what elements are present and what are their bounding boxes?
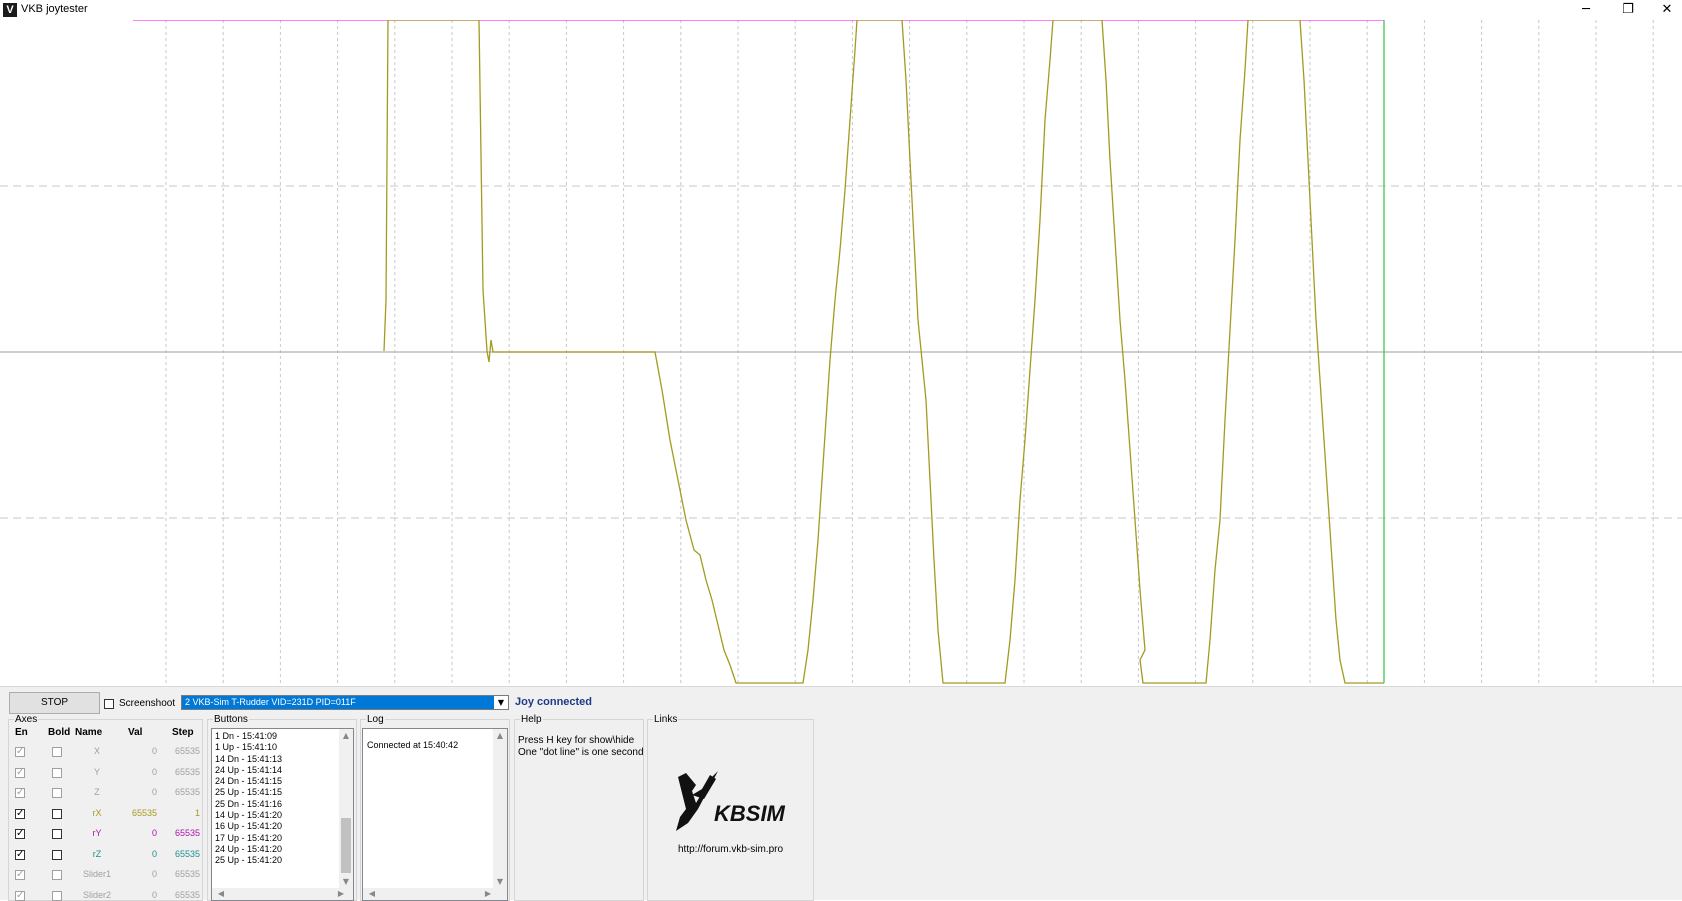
button-event-item: 14 Up - 15:41:20 bbox=[215, 810, 283, 821]
button-event-item: 24 Up - 15:41:20 bbox=[215, 843, 283, 854]
buttons-group-title: Buttons bbox=[213, 714, 249, 725]
axis-bold-checkbox[interactable] bbox=[52, 808, 62, 819]
links-group-title: Links bbox=[653, 714, 679, 725]
axis-step: 65535 bbox=[174, 848, 200, 859]
chevron-down-icon[interactable]: ▼ bbox=[494, 696, 508, 709]
axis-step: 65535 bbox=[174, 889, 200, 900]
window-title: VKB joytester bbox=[21, 3, 88, 15]
button-events-list[interactable]: 1 Dn - 15:41:09 1 Up - 15:41:10 14 Dn - 15… bbox=[211, 728, 354, 901]
scroll-up-icon[interactable]: ▲ bbox=[339, 731, 353, 740]
screenshot-checkbox[interactable] bbox=[104, 699, 114, 709]
scroll-up-icon[interactable]: ▲ bbox=[493, 731, 507, 740]
axis-value: 0 bbox=[151, 766, 157, 777]
help-line: One "dot line" is one second bbox=[518, 747, 644, 758]
app-logo-icon: V bbox=[3, 3, 17, 17]
axis-step: 65535 bbox=[174, 766, 200, 777]
log-scrollbar[interactable]: ▲ ▼ bbox=[493, 729, 507, 890]
button-event-item: 1 Up - 15:41:10 bbox=[215, 742, 278, 753]
help-line: Press H key for show\hide bbox=[518, 735, 635, 746]
scroll-right-icon[interactable]: ▶ bbox=[334, 889, 348, 898]
stop-button[interactable]: STOP bbox=[9, 692, 100, 714]
axis-bold-checkbox[interactable] bbox=[52, 870, 62, 880]
axis-enable-checkbox[interactable]: ✓ bbox=[15, 849, 25, 860]
button-events-scrollbar[interactable]: ▲ ▼ bbox=[339, 729, 353, 890]
axis-step: 65535 bbox=[174, 869, 200, 879]
axis-bold-checkbox[interactable] bbox=[52, 767, 62, 778]
axis-enable-checkbox[interactable]: ✓ bbox=[15, 808, 25, 819]
scroll-right-icon[interactable]: ▶ bbox=[481, 889, 495, 898]
axis-enable-checkbox[interactable]: ✓ bbox=[15, 829, 25, 839]
axis-step: 65535 bbox=[174, 828, 200, 838]
device-select-value: 2 VKB-Sim T-Rudder VID=231D PID=011F bbox=[185, 697, 356, 707]
help-group-title: Help bbox=[520, 714, 543, 725]
restore-button[interactable]: ❐ bbox=[1608, 0, 1648, 20]
axes-group-title: Axes bbox=[14, 714, 39, 725]
axis-value: 0 bbox=[151, 828, 157, 838]
title-bar: V VKB joytester ─ ❐ ✕ bbox=[0, 0, 1682, 20]
axis-plot bbox=[0, 19, 1682, 686]
connection-status: Joy connected bbox=[515, 696, 593, 708]
axis-bold-checkbox[interactable] bbox=[52, 890, 62, 901]
axis-value: 0 bbox=[151, 889, 157, 900]
axis-step: 65535 bbox=[174, 746, 200, 756]
axes-header-name: Name bbox=[75, 727, 103, 738]
axis-bold-checkbox[interactable] bbox=[52, 747, 62, 757]
scroll-down-icon[interactable]: ▼ bbox=[339, 877, 353, 886]
axis-step: 65535 bbox=[174, 787, 200, 797]
vertical-grid bbox=[165, 20, 1654, 686]
axes-header-val: Val bbox=[128, 727, 143, 738]
button-events-hscrollbar[interactable]: ◀ ▶ bbox=[212, 888, 353, 900]
axes-header-bold: Bold bbox=[48, 727, 71, 738]
button-event-item: 16 Up - 15:41:20 bbox=[215, 821, 283, 832]
axis-enable-checkbox[interactable]: ✓ bbox=[15, 788, 25, 798]
button-event-item: 24 Up - 15:41:14 bbox=[215, 764, 283, 775]
device-select[interactable]: 2 VKB-Sim T-Rudder VID=231D PID=011F ▼ bbox=[181, 695, 509, 710]
minimize-button[interactable]: ─ bbox=[1566, 0, 1606, 20]
button-event-item: 14 Dn - 15:41:13 bbox=[215, 753, 283, 764]
axis-value: 65535 bbox=[131, 807, 157, 818]
axis-value: 0 bbox=[151, 848, 157, 859]
button-events-content: 1 Dn - 15:41:09 1 Up - 15:41:10 14 Dn - 15… bbox=[212, 729, 353, 867]
scroll-down-icon[interactable]: ▼ bbox=[493, 877, 507, 886]
axis-enable-checkbox[interactable]: ✓ bbox=[15, 870, 25, 880]
logo-text: KBSIM bbox=[714, 801, 786, 826]
axis-value: 0 bbox=[151, 746, 157, 756]
axes-header-en: En bbox=[15, 727, 28, 738]
close-button[interactable]: ✕ bbox=[1647, 0, 1682, 20]
log-textbox[interactable]: Connected at 15:40:42 ▲ ▼ ◀ ▶ bbox=[362, 728, 508, 901]
forum-link[interactable]: http://forum.vkb-sim.pro bbox=[678, 844, 783, 855]
axis-value: 0 bbox=[151, 787, 157, 797]
scroll-thumb[interactable] bbox=[341, 818, 351, 873]
vkbsim-logo: KBSIM bbox=[676, 771, 786, 831]
axis-enable-checkbox[interactable]: ✓ bbox=[15, 767, 25, 778]
button-event-item: 25 Dn - 15:41:16 bbox=[215, 798, 283, 809]
axis-bold-checkbox[interactable] bbox=[52, 788, 62, 798]
axis-enable-checkbox[interactable]: ✓ bbox=[15, 747, 25, 757]
button-event-item: 1 Dn - 15:41:09 bbox=[215, 731, 278, 741]
screenshot-label: Screenshoot bbox=[119, 698, 176, 709]
axis-value: 0 bbox=[151, 869, 157, 879]
axis-bold-checkbox[interactable] bbox=[52, 849, 62, 860]
control-panel: STOP Screenshoot 2 VKB-Sim T-Rudder VID=… bbox=[0, 686, 1682, 901]
scroll-left-icon[interactable]: ◀ bbox=[365, 889, 379, 898]
button-event-item: 17 Up - 15:41:20 bbox=[215, 832, 283, 843]
log-group-title: Log bbox=[366, 714, 385, 725]
button-event-item: 24 Dn - 15:41:15 bbox=[215, 776, 283, 787]
button-event-item: 25 Up - 15:41:20 bbox=[215, 855, 283, 866]
axis-step: 1 bbox=[194, 807, 200, 818]
help-text: Press H key for show\hide One "dot line"… bbox=[518, 735, 644, 759]
axis-bold-checkbox[interactable] bbox=[52, 829, 62, 839]
button-event-item: 25 Up - 15:41:15 bbox=[215, 787, 283, 798]
axis-enable-checkbox[interactable]: ✓ bbox=[15, 890, 25, 901]
log-line: Connected at 15:40:42 bbox=[367, 740, 459, 750]
axes-header-step: Step bbox=[172, 727, 194, 738]
scroll-left-icon[interactable]: ◀ bbox=[214, 889, 228, 898]
log-hscrollbar[interactable]: ◀ ▶ bbox=[363, 888, 507, 900]
